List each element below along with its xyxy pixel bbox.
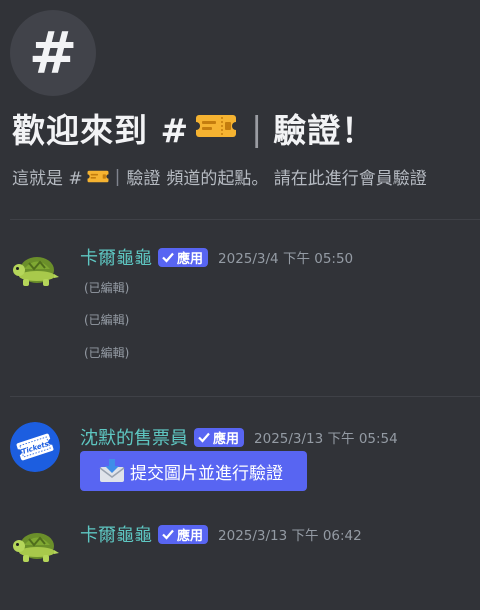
channel-welcome-title: 歡迎來到 # | 驗證！ (12, 104, 375, 152)
app-badge: 應用 (194, 427, 245, 447)
edited-marker: (已編輯) (84, 346, 130, 360)
chat-channel-view: # 歡迎來到 # | 驗證！ 這就是 # | 驗證 頻道的起點。 請在此進行會員… (0, 0, 480, 610)
welcome-channel-name: 驗證！ (273, 111, 376, 150)
desc-channel-name: 驗證 (126, 169, 161, 189)
edited-marker: (已編輯) (84, 281, 130, 295)
app-badge: 應用 (158, 247, 209, 267)
avatar[interactable] (10, 522, 60, 572)
avatar[interactable] (10, 246, 60, 296)
message-header: 沈默的售票員 應用 2025/3/13 下午 05:54 (80, 424, 398, 450)
desc-suffix: 頻道的起點。 請在此進行會員驗證 (166, 169, 427, 189)
message-header: 卡爾龜龜 應用 2025/3/4 下午 05:50 (80, 244, 353, 270)
checkmark-icon (162, 252, 174, 263)
desc-prefix: 這就是 # (12, 169, 83, 189)
app-badge: 應用 (158, 524, 209, 544)
envelope-download-icon (98, 458, 126, 484)
divider (10, 219, 480, 220)
username[interactable]: 沈默的售票員 (80, 424, 188, 450)
message-header: 卡爾龜龜 應用 2025/3/13 下午 06:42 (80, 521, 362, 547)
edited-marker: (已編輯) (84, 313, 130, 327)
timestamp[interactable]: 2025/3/4 下午 05:50 (218, 247, 353, 267)
badge-label: 應用 (177, 251, 204, 267)
checkmark-icon (162, 529, 174, 540)
divider (10, 396, 480, 397)
button-label: 提交圖片並進行驗證 (130, 463, 283, 484)
desc-separator: | (114, 166, 121, 187)
avatar[interactable]: Tickets (10, 422, 60, 472)
hash-symbol: # (28, 19, 78, 87)
badge-label: 應用 (177, 528, 204, 544)
channel-description: 這就是 # | 驗證 頻道的起點。 請在此進行會員驗證 (12, 164, 427, 190)
turtle-icon (13, 533, 59, 562)
channel-hash-icon: # (10, 10, 96, 96)
timestamp[interactable]: 2025/3/13 下午 05:54 (254, 427, 398, 447)
checkmark-icon (198, 432, 210, 443)
username[interactable]: 卡爾龜龜 (80, 521, 152, 547)
timestamp[interactable]: 2025/3/13 下午 06:42 (218, 524, 362, 544)
turtle-icon (13, 257, 59, 286)
submit-verification-button[interactable]: 提交圖片並進行驗證 (80, 451, 307, 491)
welcome-prefix: 歡迎來到 # (12, 111, 190, 150)
ticket-emoji-icon (192, 109, 241, 148)
username[interactable]: 卡爾龜龜 (80, 244, 152, 270)
ticket-icon: Tickets (10, 422, 60, 472)
welcome-separator: | (251, 108, 264, 148)
ticket-emoji-icon (86, 169, 109, 184)
badge-label: 應用 (213, 431, 240, 447)
